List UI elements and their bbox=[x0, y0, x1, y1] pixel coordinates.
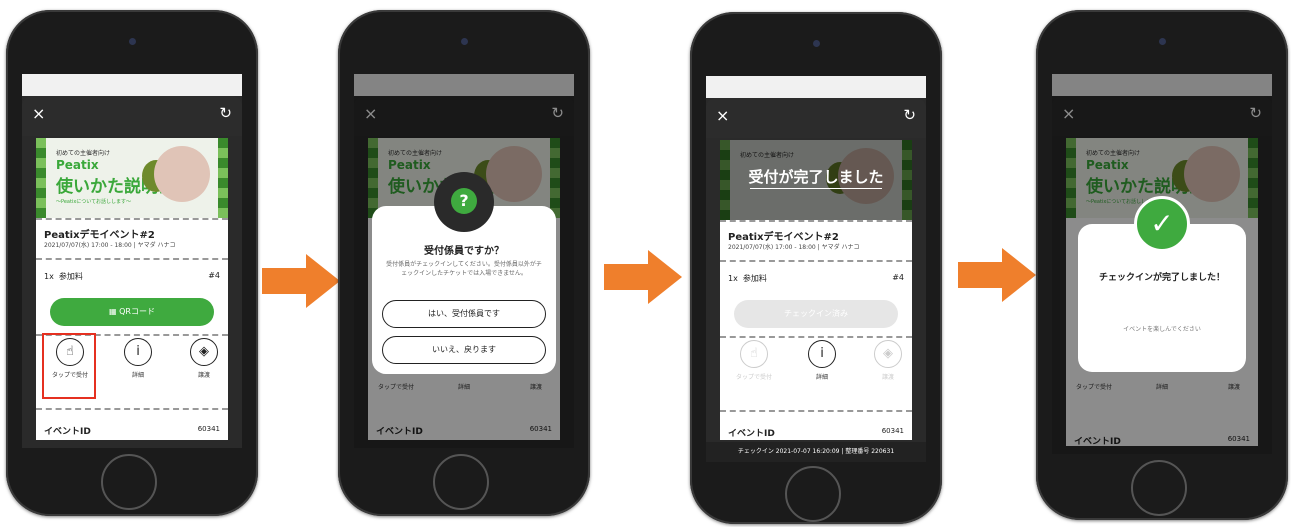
screen-4: × ↻ 初めての主催者向け Peatix 使いかた説明会 ～Peatixについて… bbox=[1052, 74, 1272, 454]
camera-icon bbox=[129, 38, 136, 45]
arrow-2 bbox=[604, 250, 684, 304]
event-id-row: イベントID 60341 bbox=[728, 427, 904, 439]
no-back-button[interactable]: いいえ、戻ります bbox=[382, 336, 546, 364]
dialog-title: チェックインが完了しました！ bbox=[1098, 273, 1225, 283]
ticket-row: 1x 参加料 #4 bbox=[728, 273, 904, 283]
details-action[interactable]: i 詳細 bbox=[116, 338, 160, 379]
phone-3: × ↻ 初めての主催者向け 受付が完了しました Peatixデモイベント#2 2… bbox=[690, 12, 942, 524]
ticket-row: 1x 参加料 #4 bbox=[44, 271, 220, 281]
arrow-3 bbox=[958, 248, 1038, 302]
transfer-action[interactable]: ◈ 譲渡 bbox=[182, 338, 226, 379]
action-bar: ☝ タップで受付 i 詳細 ◈ 譲渡 bbox=[720, 340, 912, 400]
screen-2: × ↻ 初めての主催者向け Peatix 使いかた説明会 タップで受付 詳細 譲… bbox=[354, 74, 574, 448]
camera-icon bbox=[1159, 38, 1166, 45]
event-date: 2021/07/07(水) 17:00 - 18:00 | ヤマダ ハナコ bbox=[728, 244, 860, 251]
checkin-complete-dialog: ✓ チェックインが完了しました！ イベントを楽しんでください bbox=[1078, 196, 1246, 372]
home-button[interactable] bbox=[101, 454, 157, 510]
refresh-icon[interactable]: ↻ bbox=[219, 104, 232, 122]
event-banner: 初めての主催者向け 受付が完了しました bbox=[720, 140, 912, 220]
checked-in-button: チェックイン済み bbox=[734, 300, 898, 328]
event-title: Peatixデモイベント#2 bbox=[44, 230, 155, 241]
home-button[interactable] bbox=[785, 466, 841, 522]
qr-code-button[interactable]: ▦ QRコード bbox=[50, 298, 214, 326]
arrow-1 bbox=[262, 254, 342, 308]
home-button[interactable] bbox=[1131, 460, 1187, 516]
event-date: 2021/07/07(水) 17:00 - 18:00 | ヤマダ ハナコ bbox=[44, 242, 176, 249]
question-hand-icon: ? bbox=[434, 172, 494, 232]
modal-header: × ↻ bbox=[706, 98, 926, 138]
info-icon: i bbox=[808, 340, 836, 368]
tap-checkin-action: ☝ タップで受付 bbox=[732, 340, 776, 381]
camera-icon bbox=[461, 38, 468, 45]
ticket-card: 初めての主催者向け 受付が完了しました Peatixデモイベント#2 2021/… bbox=[720, 140, 912, 440]
checkin-done-banner: 受付が完了しました bbox=[748, 168, 884, 186]
home-button[interactable] bbox=[433, 454, 489, 510]
staff-confirm-dialog: ? 受付係員ですか？ 受付係員がチェックインしてください。受付係員以外がチェック… bbox=[372, 172, 556, 374]
speaker-photo bbox=[154, 146, 210, 202]
close-icon[interactable]: × bbox=[716, 106, 729, 125]
dialog-body: 受付係員がチェックインしてください。受付係員以外がチェックインしたチケットでは入… bbox=[386, 261, 542, 277]
info-icon: i bbox=[124, 338, 152, 366]
event-id-row: イベントID 60341 bbox=[44, 425, 220, 437]
refresh-icon[interactable]: ↻ bbox=[903, 106, 916, 124]
details-action[interactable]: i 詳細 bbox=[800, 340, 844, 381]
camera-icon bbox=[813, 40, 820, 47]
dialog-title: 受付係員ですか？ bbox=[424, 246, 504, 257]
phone-4: × ↻ 初めての主催者向け Peatix 使いかた説明会 ～Peatixについて… bbox=[1036, 10, 1288, 520]
ticket-icon: ◈ bbox=[874, 340, 902, 368]
event-title: Peatixデモイベント#2 bbox=[728, 232, 839, 243]
ticket-icon: ◈ bbox=[190, 338, 218, 366]
yes-staff-button[interactable]: はい、受付係員です bbox=[382, 300, 546, 328]
dialog-body: イベントを楽しんでください bbox=[1123, 326, 1201, 333]
highlight-box bbox=[42, 333, 96, 399]
close-icon[interactable]: × bbox=[32, 104, 45, 123]
transfer-action: ◈ 譲渡 bbox=[866, 340, 910, 381]
event-banner: 初めての主催者向け Peatix 使いかた説明会 ～Peatixについてお話しし… bbox=[36, 138, 228, 218]
qr-icon: ▦ bbox=[109, 307, 120, 316]
checkin-footer: チェックイン 2021-07-07 16:20:09 | 整理番号 220631 bbox=[706, 442, 926, 462]
screen-3: × ↻ 初めての主催者向け 受付が完了しました Peatixデモイベント#2 2… bbox=[706, 76, 926, 462]
phone-1: × ↻ 初めての主催者向け Peatix 使いかた説明会 ～Peatixについて… bbox=[6, 10, 258, 516]
check-icon: ✓ bbox=[1134, 196, 1190, 252]
phone-2: × ↻ 初めての主催者向け Peatix 使いかた説明会 タップで受付 詳細 譲… bbox=[338, 10, 590, 516]
modal-header: × ↻ bbox=[22, 96, 242, 136]
tap-hand-icon: ☝ bbox=[740, 340, 768, 368]
